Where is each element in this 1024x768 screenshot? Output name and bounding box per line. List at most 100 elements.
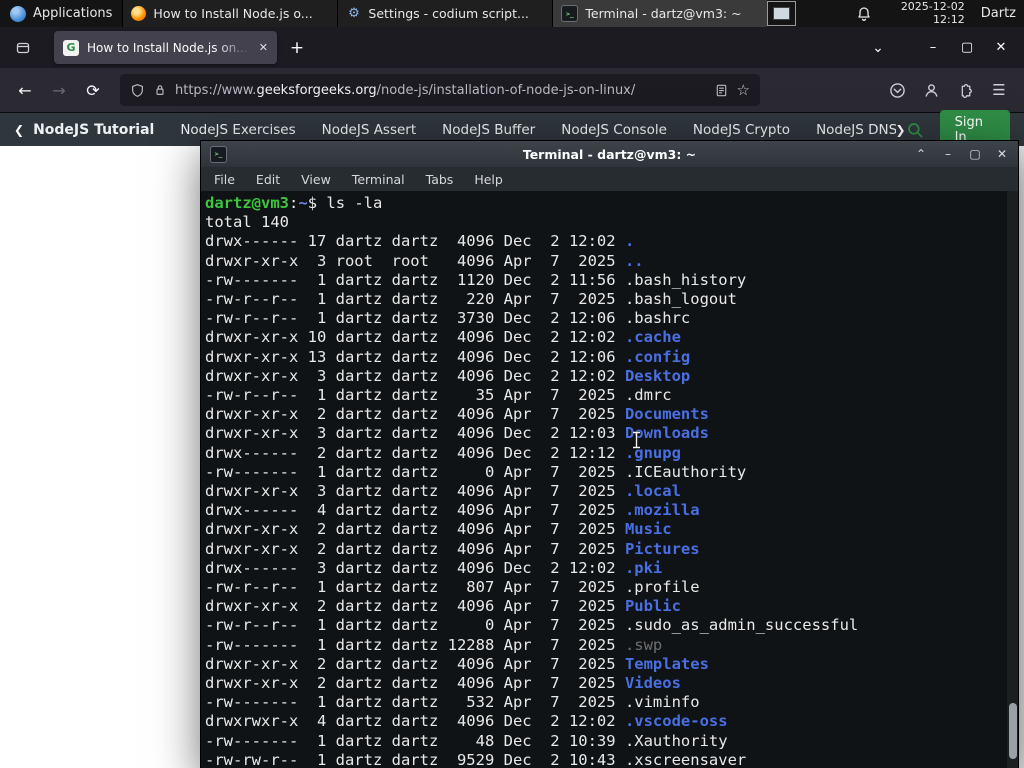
firefox-view-icon[interactable] xyxy=(8,33,38,63)
terminal-ls-row: drwx------ 3 dartz dartz 4096 Dec 2 12:0… xyxy=(205,559,1018,578)
ls-row-meta: -rw------- 1 dartz dartz 1120 Dec 2 11:5… xyxy=(205,270,625,289)
clock-time: 12:12 xyxy=(933,12,965,26)
minimize-button[interactable]: – xyxy=(922,40,944,55)
terminal-menu-item[interactable]: Terminal xyxy=(352,172,405,187)
terminal-minimize-button[interactable]: – xyxy=(941,147,955,161)
terminal-menu-item[interactable]: Help xyxy=(474,172,503,187)
reload-button[interactable]: ⟳ xyxy=(78,75,108,105)
site-nav-link[interactable]: NodeJS Crypto xyxy=(693,122,790,138)
terminal-ls-row: drwxr-xr-x 3 root root 4096 Apr 7 2025 .… xyxy=(205,252,1018,271)
terminal-screen[interactable]: dartz@vm3:~$ ls -la total 140 drwx------ 1… xyxy=(201,191,1018,768)
task-button[interactable]: How to Install Node.js o... xyxy=(122,0,338,27)
terminal-scrollbar[interactable] xyxy=(1007,191,1018,768)
ls-row-name: .cache xyxy=(624,328,681,347)
reader-mode-icon[interactable] xyxy=(714,83,729,98)
ls-row-name: .bashrc xyxy=(624,309,691,328)
terminal-ls-row: -rw-r--r-- 1 dartz dartz 220 Apr 7 2025 … xyxy=(205,290,1018,309)
url-domain: geeksforgeeks.org xyxy=(256,82,377,98)
ls-row-meta: -rw-rw-r-- 1 dartz dartz 9529 Dec 2 10:4… xyxy=(205,750,625,768)
ls-row-name: .swp xyxy=(624,635,663,654)
ls-row-meta: -rw------- 1 dartz dartz 12288 Apr 7 202… xyxy=(205,635,625,654)
forward-button[interactable]: → xyxy=(44,75,74,105)
ls-row-name: .viminfo xyxy=(624,693,700,712)
terminal-titlebar[interactable]: >_ Terminal - dartz@vm3: ~ ⌃ – ▢ ✕ xyxy=(201,141,1018,167)
list-all-tabs-icon[interactable]: ⌄ xyxy=(864,40,892,56)
url-bar[interactable]: https://www.geeksforgeeks.org/node-js/in… xyxy=(120,74,760,106)
site-nav-link[interactable]: NodeJS Exercises xyxy=(180,122,295,138)
terminal-menu-item[interactable]: Edit xyxy=(256,172,280,187)
tray-terminal-icon[interactable] xyxy=(767,1,797,26)
prompt-user-host: dartz@vm3 xyxy=(205,194,289,212)
prompt-separator: : xyxy=(289,194,299,212)
task-title: Settings - codium script... xyxy=(368,6,529,21)
terminal-ls-row: drwx------ 17 dartz dartz 4096 Dec 2 12:… xyxy=(205,232,1018,251)
site-nav-link[interactable]: NodeJS Console xyxy=(561,122,667,138)
shield-icon[interactable] xyxy=(130,83,145,98)
ls-row-name: . xyxy=(624,232,635,251)
task-button[interactable]: >_ Terminal - dartz@vm3: ~ xyxy=(552,0,768,27)
site-nav-link[interactable]: NodeJS Assert xyxy=(322,122,417,138)
panel-user-label: Dartz xyxy=(980,6,1016,21)
terminal-ls-row: drwxr-xr-x 13 dartz dartz 4096 Dec 2 12:… xyxy=(205,348,1018,367)
ls-row-meta: drwxr-xr-x 10 dartz dartz 4096 Dec 2 12:… xyxy=(205,328,625,347)
url-path: /node-js/installation-of-node-js-on-linu… xyxy=(376,82,636,98)
new-tab-button[interactable]: + xyxy=(283,34,311,62)
terminal-window-controls: ⌃ – ▢ ✕ xyxy=(914,147,1009,161)
site-nav-link[interactable]: NodeJS Buffer xyxy=(442,122,535,138)
ls-row-name: .profile xyxy=(624,578,700,597)
browser-tab[interactable]: G How to Install Node.js on... ✕ xyxy=(54,31,277,64)
maximize-button[interactable]: ▢ xyxy=(956,40,978,55)
terminal-menu-item[interactable]: File xyxy=(214,172,235,187)
window-controls: – ▢ ✕ xyxy=(922,40,1016,55)
ls-row-name: .local xyxy=(624,482,681,501)
terminal-ls-row: drwxr-xr-x 3 dartz dartz 4096 Dec 2 12:0… xyxy=(205,424,1018,443)
notifications-bell-icon[interactable] xyxy=(856,6,872,22)
terminal-scrollbar-thumb[interactable] xyxy=(1008,703,1017,759)
ls-row-name: .sudo_as_admin_successful xyxy=(624,616,859,635)
tab-close-icon[interactable]: ✕ xyxy=(259,41,268,54)
lock-icon[interactable] xyxy=(153,83,167,97)
terminal-ls-row: -rw-r--r-- 1 dartz dartz 0 Apr 7 2025 .s… xyxy=(205,616,1018,635)
terminal-maximize-button[interactable]: ▢ xyxy=(968,147,982,161)
site-nav-link[interactable]: NodeJS Tutorial xyxy=(33,122,154,138)
ls-row-meta: drwxr-xr-x 2 dartz dartz 4096 Apr 7 2025 xyxy=(205,674,625,693)
ls-row-meta: -rw-r--r-- 1 dartz dartz 35 Apr 7 2025 xyxy=(205,386,625,405)
shade-button[interactable]: ⌃ xyxy=(914,147,928,161)
terminal-close-button[interactable]: ✕ xyxy=(995,147,1009,161)
terminal-ls-row: -rw-r--r-- 1 dartz dartz 3730 Dec 2 12:0… xyxy=(205,309,1018,328)
ls-row-meta: drwxrwxr-x 4 dartz dartz 4096 Dec 2 12:0… xyxy=(205,712,625,731)
close-button[interactable]: ✕ xyxy=(990,40,1012,55)
clock-date: 2025-12-02 xyxy=(900,0,965,13)
tab-bar: G How to Install Node.js on... ✕ + ⌄ – ▢… xyxy=(0,27,1024,68)
search-icon[interactable] xyxy=(906,121,924,139)
terminal-menu-item[interactable]: Tabs xyxy=(426,172,454,187)
terminal-menubar: File Edit View Terminal Tabs Help xyxy=(201,167,1018,191)
terminal-icon: >_ xyxy=(210,145,227,163)
bookmark-star-icon[interactable]: ☆ xyxy=(737,81,750,99)
terminal-menu-item[interactable]: View xyxy=(301,172,331,187)
site-nav-link[interactable]: NodeJS DNS xyxy=(816,122,895,138)
nav-scroll-right-icon[interactable]: ❯ xyxy=(896,123,906,137)
applications-menu-button[interactable]: Applications xyxy=(0,0,122,27)
ls-row-meta: drwxr-xr-x 2 dartz dartz 4096 Apr 7 2025 xyxy=(205,539,625,558)
nav-scroll-left-icon[interactable]: ❮ xyxy=(14,123,24,137)
terminal-ls-row: -rw------- 1 dartz dartz 532 Apr 7 2025 … xyxy=(205,693,1018,712)
panel-clock[interactable]: 2025-12-02 12:12 xyxy=(886,0,965,26)
task-title: Terminal - dartz@vm3: ~ xyxy=(585,6,742,21)
terminal-ls-row: drwxrwxr-x 4 dartz dartz 4096 Dec 2 12:0… xyxy=(205,712,1018,731)
terminal-ls-row: drwxr-xr-x 10 dartz dartz 4096 Dec 2 12:… xyxy=(205,328,1018,347)
task-button[interactable]: ⚙ Settings - codium script... xyxy=(337,0,553,27)
terminal-command: ls -la xyxy=(326,194,383,212)
ls-row-name: .. xyxy=(624,251,644,270)
ls-row-meta: drwxr-xr-x 3 dartz dartz 4096 Dec 2 12:0… xyxy=(205,366,625,385)
terminal-title: Terminal - dartz@vm3: ~ xyxy=(522,146,697,162)
extensions-icon[interactable] xyxy=(950,75,980,105)
pocket-icon[interactable] xyxy=(882,75,912,105)
ls-row-meta: drwxr-xr-x 3 dartz dartz 4096 Dec 2 12:0… xyxy=(205,424,625,443)
url-text: https://www.geeksforgeeks.org/node-js/in… xyxy=(175,83,706,98)
terminal-output: dartz@vm3:~$ ls -la total 140 drwx------ 1… xyxy=(205,194,1018,768)
ls-row-name: .mozilla xyxy=(624,501,700,520)
account-icon[interactable] xyxy=(916,75,946,105)
menu-icon[interactable]: ☰ xyxy=(984,75,1014,105)
back-button[interactable]: ← xyxy=(10,75,40,105)
